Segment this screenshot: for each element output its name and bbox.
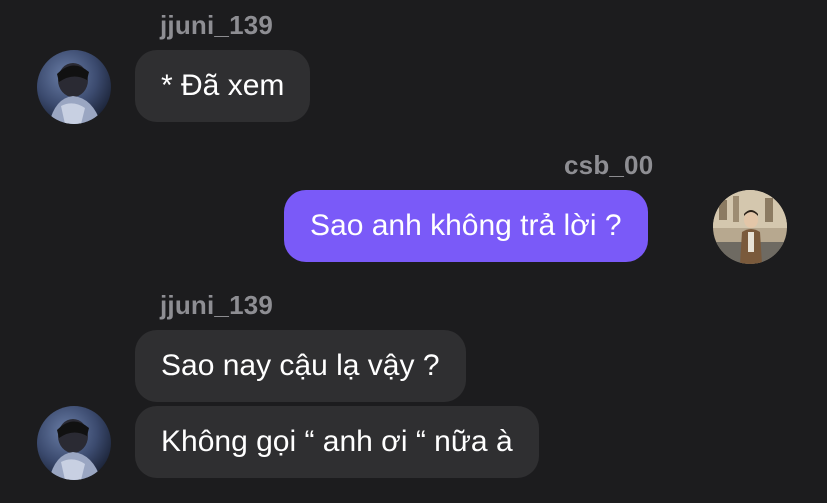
message-bubble[interactable]: Không gọi “ anh ơi “ nữa à	[135, 406, 539, 478]
chat-thread: jjuni_139 * Đã xem csb_00 Sao anh không …	[0, 0, 827, 503]
avatar-photo-icon	[37, 406, 111, 480]
message-bubble[interactable]: Sao nay cậu lạ vậy ?	[135, 330, 466, 402]
sender-username[interactable]: jjuni_139	[160, 290, 273, 320]
sender-username[interactable]: csb_00	[564, 150, 653, 180]
self-avatar[interactable]	[713, 190, 787, 264]
contact-avatar[interactable]	[37, 50, 111, 124]
message-bubble[interactable]: * Đã xem	[135, 50, 311, 122]
contact-avatar[interactable]	[37, 406, 111, 480]
message-bubble-outgoing[interactable]: Sao anh không trả lời ?	[284, 190, 648, 262]
sender-username[interactable]: jjuni_139	[160, 10, 273, 40]
avatar-photo-icon	[713, 190, 787, 264]
avatar-photo-icon	[37, 50, 111, 124]
